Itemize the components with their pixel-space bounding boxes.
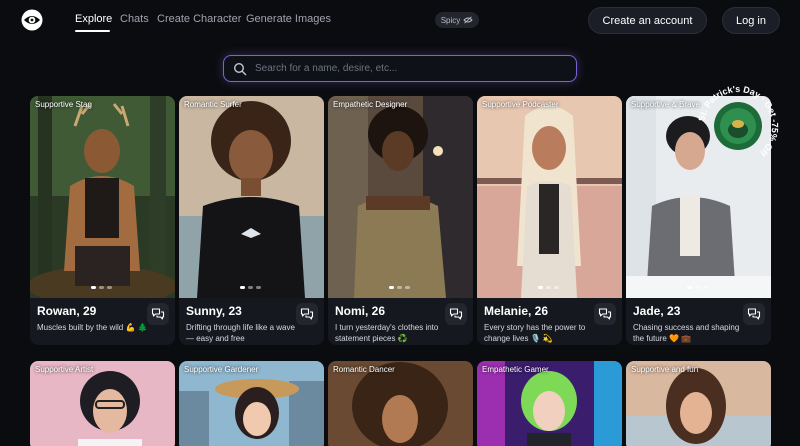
chat-bubbles-icon — [747, 308, 761, 320]
nav-explore[interactable]: Explore — [75, 13, 112, 25]
image-pagination[interactable] — [91, 286, 112, 289]
nav-create-character[interactable]: Create Character — [157, 13, 241, 25]
card-tag: Empathetic Designer — [333, 100, 408, 109]
chat-bubbles-icon — [151, 308, 165, 320]
character-image-rowan — [30, 96, 175, 298]
chat-bubbles-icon — [449, 308, 463, 320]
start-chat-button[interactable] — [296, 303, 318, 325]
card-tag: Supportive Artist — [35, 365, 94, 374]
st-patricks-promo-badge[interactable]: St. Patrick's Day · Get -75% Off — [694, 82, 782, 170]
character-card-row2-3[interactable]: Romantic Dancer — [328, 361, 473, 446]
character-card-rowan[interactable]: Supportive Stag Rowan, 29 Muscles built … — [30, 96, 175, 345]
card-description: I turn yesterday's clothes into statemen… — [335, 323, 439, 343]
card-tag: Supportive Stag — [35, 100, 92, 109]
character-card-row2-4[interactable]: Empathetic Gamer — [477, 361, 622, 446]
card-tag: Empathetic Gamer — [482, 365, 549, 374]
eye-logo-icon[interactable] — [20, 9, 44, 31]
eye-off-icon — [463, 16, 473, 24]
card-tag: Supportive & Brave — [631, 100, 700, 109]
search-icon — [233, 62, 247, 75]
start-chat-button[interactable] — [147, 303, 169, 325]
card-tag: Supportive Gardener — [184, 365, 259, 374]
card-tag: Romantic Dancer — [333, 365, 395, 374]
spicy-toggle[interactable]: Spicy — [435, 12, 479, 28]
nav-chats[interactable]: Chats — [120, 13, 149, 25]
spicy-label: Spicy — [440, 15, 461, 25]
character-card-row2-1[interactable]: Supportive Artist — [30, 361, 175, 446]
card-tag: Supportive and fun — [631, 365, 699, 374]
image-pagination[interactable] — [687, 286, 708, 289]
active-tab-indicator — [75, 30, 110, 32]
nav-generate-images[interactable]: Generate Images — [246, 13, 331, 25]
character-card-row2-5[interactable]: Supportive and fun — [626, 361, 771, 446]
card-name: Jade, 23 — [633, 304, 681, 318]
search-bar[interactable] — [223, 55, 577, 82]
character-card-sunny[interactable]: Romantic Surfer Sunny, 23 Drifting throu… — [179, 96, 324, 345]
character-image-sunny — [179, 96, 324, 298]
card-description: Chasing success and shaping the future 🧡… — [633, 323, 740, 343]
image-pagination[interactable] — [389, 286, 410, 289]
image-pagination[interactable] — [240, 286, 261, 289]
start-chat-button[interactable] — [594, 303, 616, 325]
character-image-melanie — [477, 96, 622, 298]
card-name: Sunny, 23 — [186, 304, 242, 318]
character-image-nomi — [328, 96, 473, 298]
card-description: Drifting through life like a wave — easy… — [186, 323, 295, 343]
start-chat-button[interactable] — [743, 303, 765, 325]
chat-bubbles-icon — [300, 308, 314, 320]
card-name: Nomi, 26 — [335, 304, 386, 318]
card-name: Melanie, 26 — [484, 304, 549, 318]
character-card-row2-2[interactable]: Supportive Gardener — [179, 361, 324, 446]
character-card-nomi[interactable]: Empathetic Designer Nomi, 26 I turn yest… — [328, 96, 473, 345]
card-description: Every story has the power to change live… — [484, 323, 586, 343]
card-tag: Supportive Podcaster — [482, 100, 559, 109]
card-name: Rowan, 29 — [37, 304, 97, 318]
login-button[interactable]: Log in — [722, 7, 780, 34]
card-tag: Romantic Surfer — [184, 100, 242, 109]
chat-bubbles-icon — [598, 308, 612, 320]
character-card-melanie[interactable]: Supportive Podcaster Melanie, 26 Every s… — [477, 96, 622, 345]
search-input[interactable] — [255, 63, 555, 74]
card-description: Muscles built by the wild 💪 🌲 — [37, 323, 148, 332]
create-account-button[interactable]: Create an account — [588, 7, 707, 34]
top-nav: Explore Chats Create Character Generate … — [0, 0, 800, 40]
start-chat-button[interactable] — [445, 303, 467, 325]
image-pagination[interactable] — [538, 286, 559, 289]
